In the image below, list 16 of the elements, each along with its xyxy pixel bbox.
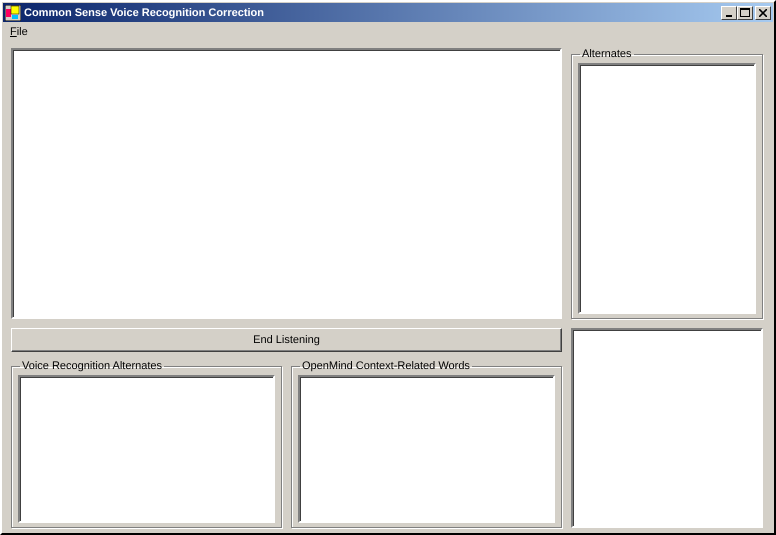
group-title: Voice Recognition Alternates	[21, 360, 164, 372]
maximize-button[interactable]	[737, 6, 753, 20]
minimize-icon	[726, 14, 732, 16]
group-title: Alternates	[581, 48, 633, 60]
close-button[interactable]	[755, 6, 771, 20]
list-box[interactable]	[298, 375, 555, 523]
window-title: Common Sense Voice Recognition Correction	[24, 6, 265, 18]
maximize-icon	[740, 8, 750, 17]
minimize-button[interactable]	[721, 6, 737, 20]
menu-item[interactable]: File	[8, 26, 30, 38]
text-box[interactable]	[571, 328, 763, 528]
end-listening-button[interactable]: End Listening	[11, 328, 562, 352]
close-icon	[759, 8, 767, 16]
group-title: OpenMind Context-Related Words	[301, 360, 471, 372]
app-icon	[5, 4, 21, 20]
list-box[interactable]	[18, 375, 275, 523]
